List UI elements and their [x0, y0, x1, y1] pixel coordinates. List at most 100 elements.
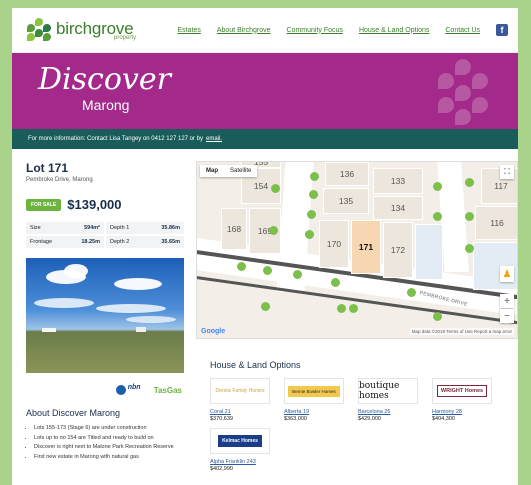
builder-logo: Dennis Family Homes	[210, 378, 270, 404]
builder-logo: WRIGHT Homes	[432, 378, 492, 404]
house-land-card[interactable]: Dennis Family Homes Coral 21 $370,639	[210, 378, 270, 422]
tree-icon	[433, 312, 442, 321]
tree-icon	[331, 278, 340, 287]
house-price: $402,990	[210, 466, 233, 472]
dimension-depth-1: Depth 1 35.86m	[106, 222, 184, 234]
builder-logo: Kelmac Homes	[210, 428, 270, 454]
house-land-card[interactable]: Bernie Bowler Homes Alberta 19 $363,000	[284, 378, 344, 422]
tree-icon	[269, 226, 278, 235]
lot-title: Lot 171	[26, 161, 69, 175]
tree-icon	[305, 230, 314, 239]
logo-text: birchgrove	[56, 18, 134, 38]
zoom-out-button[interactable]: −	[500, 309, 514, 323]
house-land-options: House & Land Options Dennis Family Homes…	[210, 360, 510, 472]
nav-contact-us[interactable]: Contact Us	[445, 27, 480, 34]
birchgrove-logo[interactable]: birchgrove property	[26, 18, 136, 42]
nav-estates[interactable]: Estates	[177, 27, 200, 34]
dimension-frontage: Frontage 18.25m	[26, 236, 104, 248]
about-item: Discover is right next to Malone Park Re…	[34, 443, 184, 452]
pegman-icon[interactable]: ♟	[500, 266, 514, 282]
logo-sub: property	[114, 34, 137, 41]
house-name[interactable]: Coral 21	[210, 409, 270, 415]
tree-icon	[407, 288, 416, 297]
tree-icon	[263, 266, 272, 275]
map-lot[interactable]: 172	[383, 222, 413, 278]
status-badge: FOR SALE	[26, 198, 62, 211]
estate-map[interactable]: Map Satellite 155 154 168 169 136 133 13…	[196, 161, 518, 339]
main-nav: Estates About Birchgrove Community Focus…	[177, 24, 508, 36]
house-name[interactable]: Barcelona 26	[358, 409, 418, 415]
hero-title: Discover	[38, 62, 171, 97]
map-lot[interactable]: 116	[475, 206, 517, 240]
email-link[interactable]: email.	[206, 136, 222, 142]
house-price: $404,300	[432, 416, 455, 422]
house-land-card[interactable]: WRIGHT Homes Harmony 28 $404,300	[432, 378, 492, 422]
fullscreen-icon[interactable]: ⛶	[500, 165, 514, 179]
contact-info-bar: For more information: Contact Lisa Tange…	[12, 129, 518, 149]
nbn-logo: nbn	[115, 384, 146, 396]
map-attribution[interactable]: Map data ©2019 Terms of Use Report a map…	[409, 328, 514, 335]
tree-icon	[465, 212, 474, 221]
house-land-title: House & Land Options	[210, 360, 301, 370]
map-lot[interactable]: 134	[373, 196, 423, 220]
tree-icon	[237, 262, 246, 271]
house-price: $429,000	[358, 416, 381, 422]
tab-satellite[interactable]: Satellite	[224, 165, 257, 177]
map-lot[interactable]: 133	[373, 168, 423, 194]
map-lot[interactable]: 136	[325, 162, 369, 186]
contact-info-text: For more information: Contact Lisa Tange…	[28, 136, 203, 142]
dimension-size: Size 594m²	[26, 222, 104, 234]
site-header: birchgrove property Estates About Birchg…	[12, 8, 518, 53]
dimension-depth-2: Depth 2 35.65m	[106, 236, 184, 248]
hero-subtitle: Marong	[82, 97, 130, 113]
partner-logos: nbn TasGas	[26, 382, 184, 398]
tree-icon	[271, 184, 280, 193]
map-lot[interactable]: 168	[221, 208, 247, 250]
tree-icon	[307, 210, 316, 219]
tree-icon	[465, 244, 474, 253]
about-item: First new estate in Marong with natural …	[34, 453, 184, 462]
nav-community-focus[interactable]: Community Focus	[287, 27, 343, 34]
map-lot-selected[interactable]: 171	[351, 220, 381, 274]
map-type-tabs: Map Satellite	[200, 165, 258, 177]
tree-icon	[433, 182, 442, 191]
zoom-in-button[interactable]: +	[500, 294, 514, 308]
house-name[interactable]: Harmony 28	[432, 409, 492, 415]
house-name[interactable]: Alberta 19	[284, 409, 344, 415]
about-list: Lots 155-173 (Stage 6) are under constru…	[26, 424, 184, 461]
map-lot[interactable]: 170	[319, 220, 349, 268]
tree-icon	[310, 172, 319, 181]
tree-icon	[337, 304, 346, 313]
about-item: Lots 155-173 (Stage 6) are under constru…	[34, 424, 184, 433]
about-item: Lots up to no 154 are Titled and ready t…	[34, 434, 184, 443]
lot-price: $139,000	[67, 197, 122, 212]
tree-icon	[465, 178, 474, 187]
house-price: $363,000	[284, 416, 307, 422]
tree-icon	[293, 270, 302, 279]
tree-icon	[349, 304, 358, 313]
lot-address: Pembroke Drive, Marong	[26, 177, 93, 183]
tab-map[interactable]: Map	[200, 165, 224, 177]
about-title: About Discover Marong	[26, 408, 121, 418]
house-price: $370,639	[210, 416, 233, 422]
google-logo: Google	[201, 328, 226, 335]
house-land-card[interactable]: Kelmac Homes Alpha Franklin 243 $402,990	[210, 428, 270, 472]
hero-banner: Discover Marong	[12, 53, 518, 129]
facebook-icon[interactable]: f	[496, 24, 508, 36]
map-lot[interactable]	[415, 224, 443, 280]
map-lot[interactable]: 135	[323, 188, 369, 214]
lot-dimensions: Size 594m² Depth 1 35.86m Frontage 18.25m D…	[26, 222, 184, 248]
estate-photo[interactable]	[26, 258, 184, 373]
builder-logo: Bernie Bowler Homes	[284, 378, 344, 404]
house-name[interactable]: Alpha Franklin 243	[210, 459, 270, 465]
nbn-mark-icon	[115, 385, 126, 395]
leaf-logo-icon	[26, 18, 52, 42]
tree-icon	[433, 212, 442, 221]
tasgas-logo: TasGas	[153, 385, 182, 395]
page: birchgrove property Estates About Birchg…	[12, 8, 518, 485]
nav-about-birchgrove[interactable]: About Birchgrove	[217, 27, 271, 34]
nav-house-land-options[interactable]: House & Land Options	[359, 27, 429, 34]
tree-icon	[309, 190, 318, 199]
house-land-card[interactable]: boutique homes Barcelona 26 $429,000	[358, 378, 418, 422]
leaves-decoration-icon	[430, 59, 496, 125]
